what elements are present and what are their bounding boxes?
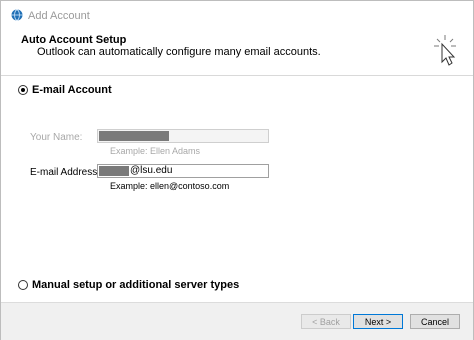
email-address-example: Example: ellen@contoso.com [110,181,230,191]
add-account-window: Add Account Auto Account Setup Outlook c… [0,0,474,340]
header-subtitle: Outlook can automatically configure many… [37,46,321,58]
your-name-example: Example: Ellen Adams [110,146,201,156]
header-title: Auto Account Setup [21,34,127,46]
redacted-name [99,131,169,141]
email-address-label: E-mail Address: [30,167,101,178]
next-button[interactable]: Next > [353,314,403,329]
email-address-value: @lsu.edu [130,165,173,176]
title-bar: Add Account [1,1,473,29]
button-bar: < Back Next > Cancel [1,302,473,340]
window-title: Add Account [28,10,90,22]
cancel-button[interactable]: Cancel [410,314,460,329]
email-account-label: E-mail Account [32,84,112,96]
email-address-field[interactable]: @lsu.edu [97,164,269,178]
manual-setup-radio[interactable] [18,280,28,290]
your-name-field[interactable] [97,129,269,143]
manual-setup-label: Manual setup or additional server types [32,279,240,291]
redacted-email-user [99,166,129,176]
header-panel: Auto Account Setup Outlook can automatic… [1,29,473,76]
manual-setup-option[interactable]: Manual setup or additional server types [18,279,239,291]
email-account-option[interactable]: E-mail Account [18,84,112,96]
cursor-sparkle-icon [434,35,456,66]
email-account-radio[interactable] [18,85,28,95]
your-name-label: Your Name: [30,132,83,143]
content-area: E-mail Account Your Name: Example: Ellen… [1,76,473,302]
outlook-globe-icon [11,9,23,21]
back-button[interactable]: < Back [301,314,351,329]
